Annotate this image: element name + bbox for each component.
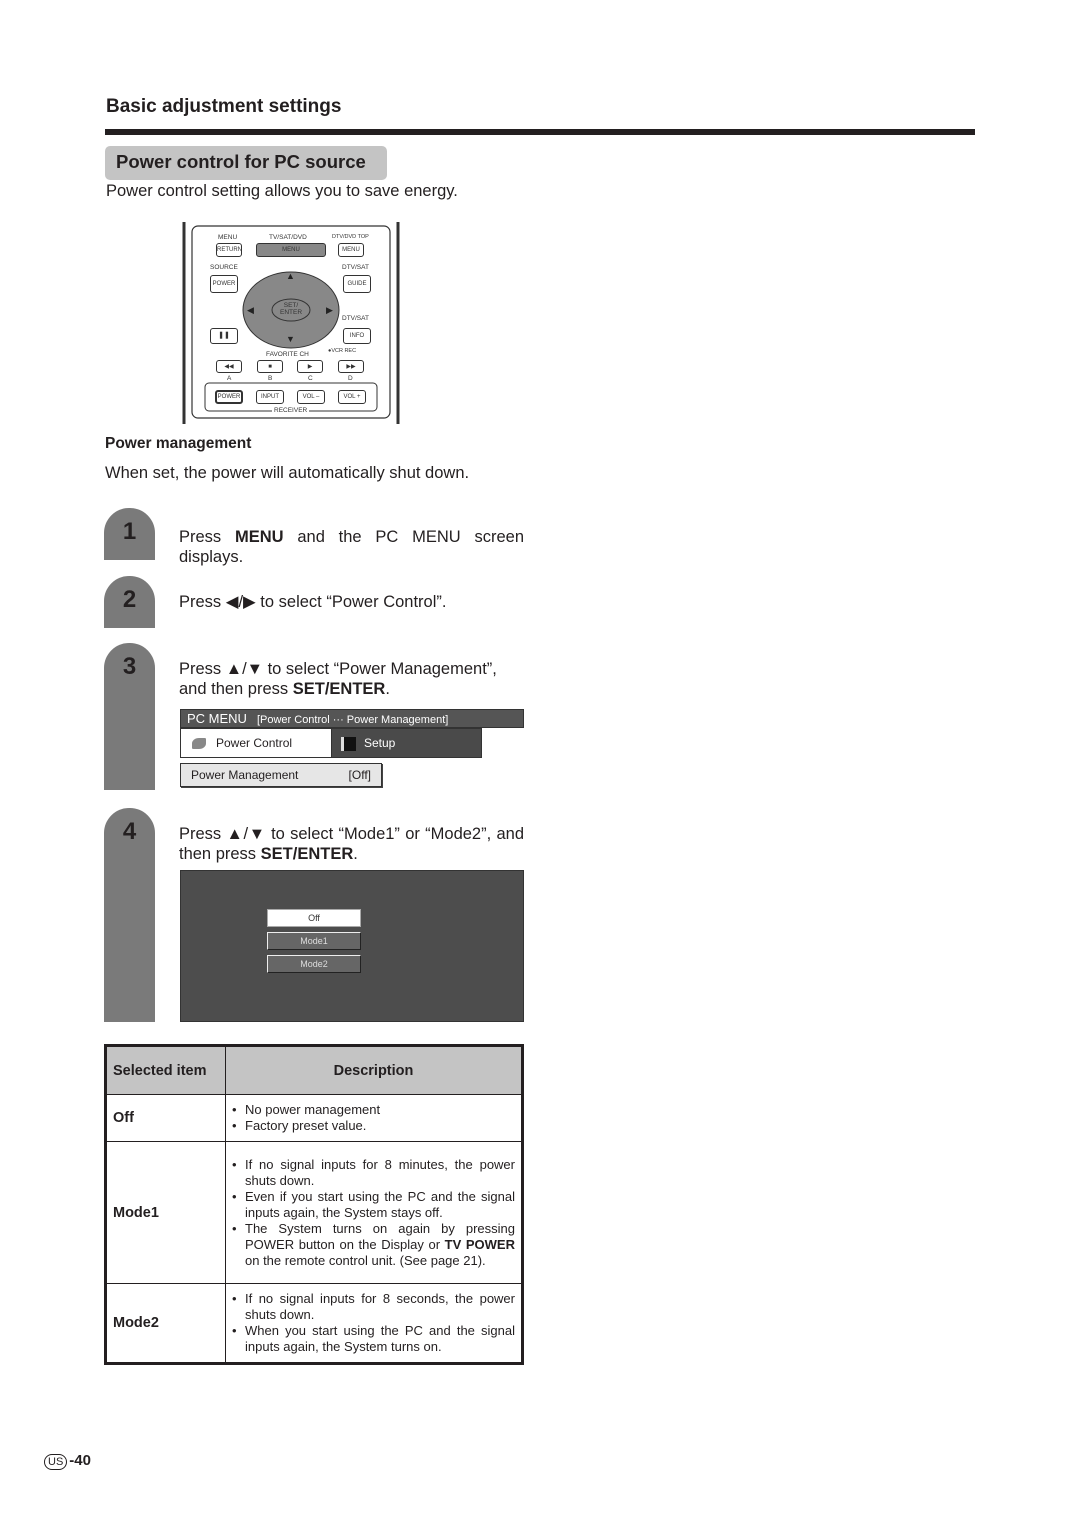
- set-enter-button[interactable]: SET/ ENTER: [278, 302, 304, 316]
- power-management-item-label: Power Management: [191, 768, 299, 782]
- remote-label-c: C: [308, 375, 313, 382]
- leaf-icon: [192, 738, 206, 750]
- up-arrow-icon[interactable]: ▲: [286, 271, 295, 281]
- tab-power-control-label: Power Control: [216, 736, 293, 750]
- remote-label-tvsatdvd: TV/SAT/DVD: [269, 234, 307, 241]
- right-arrow-icon[interactable]: ▶: [326, 305, 333, 316]
- page-number: US -40: [44, 1452, 91, 1470]
- dvd-menu-button[interactable]: MENU: [338, 243, 364, 257]
- us-region-badge: US: [44, 1454, 68, 1470]
- power-management-heading: Power management: [105, 435, 252, 452]
- desc-bullet: No power management: [232, 1102, 515, 1118]
- intro-text: Power control setting allows you to save…: [106, 182, 458, 200]
- remote-label-a: A: [227, 375, 232, 382]
- remote-label-d: D: [348, 375, 353, 382]
- info-button[interactable]: INFO: [343, 328, 371, 344]
- step-2-number: 2: [122, 586, 137, 613]
- header-description: Description: [225, 1047, 521, 1095]
- desc-bullet: If no signal inputs for 8 minutes, the p…: [232, 1157, 515, 1189]
- option-mode2[interactable]: Mode2: [267, 955, 361, 973]
- remote-control-illustration: MENU TV/SAT/DVD DTV/DVD TOP RETURN MENU …: [180, 220, 402, 425]
- menu-button[interactable]: MENU: [256, 243, 326, 257]
- page-number-value: -40: [69, 1452, 91, 1469]
- down-arrow-icon[interactable]: ▼: [286, 334, 295, 344]
- desc-bullet: If no signal inputs for 8 seconds, the p…: [232, 1291, 515, 1323]
- row-item: Off: [107, 1094, 226, 1142]
- table-row: Mode2 If no signal inputs for 8 seconds,…: [107, 1283, 521, 1362]
- stop-button[interactable]: ■: [257, 360, 283, 373]
- pc-menu-bar: PC MENU [Power Control ··· Power Manageme…: [180, 709, 524, 728]
- desc-bullet: When you start using the PC and the sign…: [232, 1323, 515, 1355]
- option-mode1[interactable]: Mode1: [267, 932, 361, 950]
- vol-up-button[interactable]: VOL +: [338, 390, 366, 404]
- wrench-icon: [341, 736, 356, 751]
- remote-label-dtvsat: DTV/SAT: [342, 264, 369, 271]
- power-management-text: When set, the power will automatically s…: [105, 464, 470, 482]
- desc-bullet: The System turns on again by pressing PO…: [232, 1221, 515, 1269]
- section-rule: [105, 129, 975, 135]
- pause-button[interactable]: ❚❚: [210, 328, 238, 344]
- row-item: Mode1: [107, 1141, 226, 1284]
- tab-power-control[interactable]: Power Control: [180, 728, 332, 758]
- step-1-text: Press MENU and the PC MENU screen displa…: [179, 528, 524, 566]
- remote-label-receiver: RECEIVER: [272, 407, 310, 414]
- desc-bullet: Even if you start using the PC and the s…: [232, 1189, 515, 1221]
- remote-label-b: B: [268, 375, 273, 382]
- tab-setup[interactable]: Setup: [331, 728, 482, 758]
- pc-menu-breadcrumb: [Power Control ··· Power Management]: [256, 714, 449, 726]
- table-row: Off No power managementFactory preset va…: [107, 1094, 521, 1142]
- guide-button[interactable]: GUIDE: [343, 275, 371, 293]
- power-management-item-value: [Off]: [348, 768, 371, 782]
- play-button[interactable]: ▶: [297, 360, 323, 373]
- return-button[interactable]: RETURN: [216, 243, 242, 257]
- step-4-text: Press ▲/▼ to select “Mode1” or “Mode2”, …: [179, 825, 524, 863]
- rewind-button[interactable]: ◀◀: [216, 360, 242, 373]
- input-button[interactable]: INPUT: [256, 390, 284, 404]
- option-off[interactable]: Off: [267, 909, 361, 927]
- remote-label-dtvdvd-top: DTV/DVD TOP: [332, 234, 369, 240]
- step-1-number: 1: [122, 518, 137, 545]
- vol-down-button[interactable]: VOL –: [297, 390, 325, 404]
- left-arrow-icon[interactable]: ◀: [247, 305, 254, 316]
- remote-label-menu: MENU: [218, 234, 238, 241]
- step-4-number: 4: [122, 818, 137, 845]
- remote-label-favorite-ch: FAVORITE CH: [266, 351, 309, 358]
- table-row: Mode1 If no signal inputs for 8 minutes,…: [107, 1141, 521, 1284]
- receiver-power-button[interactable]: POWER: [215, 390, 243, 404]
- step-3-number: 3: [122, 653, 137, 680]
- remote-label-vcr-rec: ●VCR REC: [328, 348, 357, 354]
- fast-forward-button[interactable]: ▶▶: [338, 360, 364, 373]
- tab-setup-label: Setup: [364, 736, 396, 750]
- header-selected-item: Selected item: [107, 1047, 226, 1095]
- pc-menu-title: PC MENU: [187, 711, 247, 726]
- subheading: Power control for PC source: [105, 146, 387, 180]
- desc-bullet: Factory preset value.: [232, 1118, 515, 1134]
- section-title: Basic adjustment settings: [106, 96, 342, 117]
- step-2-text: Press ◀/▶ to select “Power Control”.: [179, 593, 447, 611]
- mode-select-screen: Off Mode1 Mode2: [180, 870, 524, 1022]
- step-3-text: Press ▲/▼ to select “Power Management”, …: [179, 660, 497, 698]
- row-item: Mode2: [107, 1283, 226, 1362]
- source-power-button[interactable]: POWER: [210, 275, 238, 293]
- power-management-menu-item[interactable]: Power Management [Off]: [180, 763, 382, 787]
- remote-label-dtvsat-2: DTV/SAT: [342, 315, 369, 322]
- remote-label-source: SOURCE: [210, 264, 238, 271]
- settings-table: Selected item Description Off No power m…: [104, 1044, 524, 1365]
